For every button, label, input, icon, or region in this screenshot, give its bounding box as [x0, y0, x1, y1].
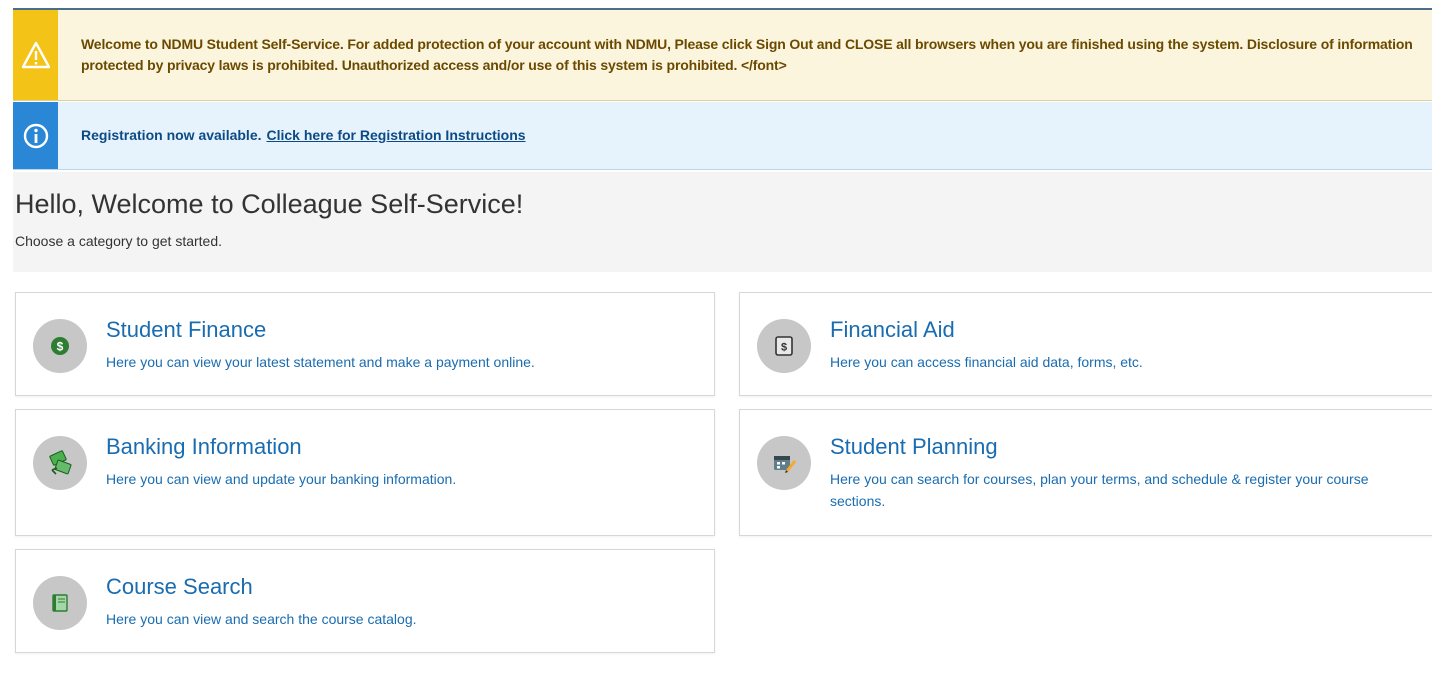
page-title: Hello, Welcome to Colleague Self-Service…	[15, 189, 524, 219]
card-title[interactable]: Student Finance	[106, 317, 266, 343]
card-title[interactable]: Student Planning	[830, 434, 998, 460]
registration-instructions-link[interactable]: Click here for Registration Instructions	[267, 125, 526, 146]
warning-message: Welcome to NDMU Student Self-Service. Fo…	[81, 36, 1413, 73]
book-icon	[33, 576, 87, 630]
category-card-banking-information[interactable]: Banking Information Here you can view an…	[15, 409, 715, 536]
svg-text:$: $	[57, 340, 64, 354]
card-title[interactable]: Financial Aid	[830, 317, 955, 343]
card-description: Here you can view and update your bankin…	[106, 471, 457, 487]
category-card-student-planning[interactable]: Student Planning Here you can search for…	[739, 409, 1432, 536]
category-card-course-search[interactable]: Course Search Here you can view and sear…	[15, 549, 715, 653]
category-card-student-finance[interactable]: $ Student Finance Here you can view your…	[15, 292, 715, 396]
card-title[interactable]: Banking Information	[106, 434, 302, 460]
security-warning-alert: Welcome to NDMU Student Self-Service. Fo…	[13, 10, 1432, 101]
card-description: Here you can access financial aid data, …	[830, 354, 1143, 370]
page-subtitle: Choose a category to get started.	[15, 233, 223, 249]
top-border	[13, 0, 1432, 10]
card-description: Here you can view and search the course …	[106, 611, 417, 627]
registration-info-alert: Registration now available. Click here f…	[13, 102, 1432, 170]
card-description: Here you can search for courses, plan yo…	[830, 471, 1369, 509]
svg-text:$: $	[781, 342, 787, 354]
card-description: Here you can view your latest statement …	[106, 354, 535, 370]
card-title[interactable]: Course Search	[106, 574, 253, 600]
calendar-pencil-icon	[757, 436, 811, 490]
dollar-bill-icon: $	[757, 319, 811, 373]
info-circle-icon	[13, 102, 58, 169]
money-exchange-icon	[33, 436, 87, 490]
warning-triangle-icon	[13, 10, 58, 100]
registration-message: Registration now available.	[81, 127, 262, 143]
dollar-coin-icon: $	[33, 319, 87, 373]
welcome-banner: Hello, Welcome to Colleague Self-Service…	[13, 172, 1432, 272]
category-card-financial-aid[interactable]: $ Financial Aid Here you can access fina…	[739, 292, 1432, 396]
